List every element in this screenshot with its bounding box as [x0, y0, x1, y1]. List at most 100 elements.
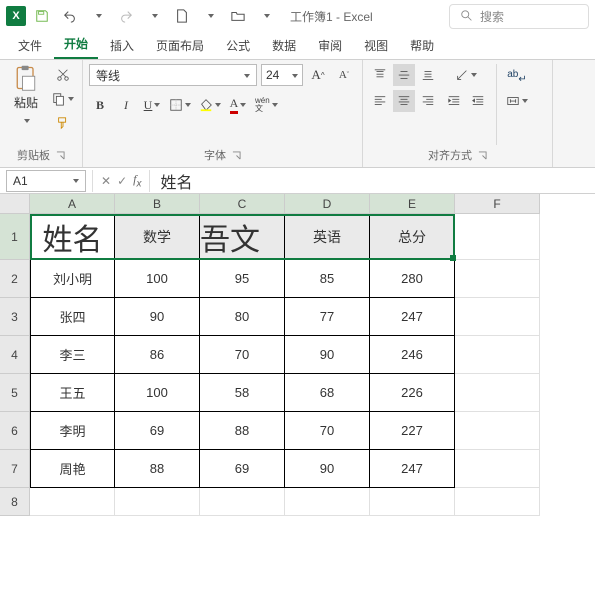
cell[interactable] — [455, 450, 540, 488]
formula-input[interactable]: 姓名 — [150, 169, 595, 193]
paste-button[interactable]: 粘贴 — [6, 64, 46, 145]
cell[interactable]: 95 — [200, 260, 285, 298]
cell[interactable]: 90 — [115, 298, 200, 336]
tab-help[interactable]: 帮助 — [400, 32, 444, 59]
undo-dropdown[interactable] — [86, 4, 110, 28]
cell[interactable] — [115, 488, 200, 516]
font-size-select[interactable]: 24 — [261, 64, 303, 86]
orientation-button[interactable] — [443, 64, 489, 86]
search-input[interactable]: 搜索 — [449, 4, 589, 29]
cell[interactable]: 刘小明 — [30, 260, 115, 298]
underline-button[interactable]: U — [141, 94, 163, 116]
paste-dropdown[interactable] — [22, 113, 30, 127]
align-top-button[interactable] — [369, 64, 391, 86]
cell[interactable] — [455, 412, 540, 450]
tab-home[interactable]: 开始 — [54, 30, 98, 59]
select-all-corner[interactable] — [0, 194, 30, 214]
tab-file[interactable]: 文件 — [8, 32, 52, 59]
increase-indent-button[interactable] — [467, 90, 489, 112]
font-family-select[interactable]: 等线 — [89, 64, 257, 86]
cell-E1[interactable]: 总分 — [370, 214, 455, 260]
redo-button[interactable] — [114, 4, 138, 28]
cell[interactable]: 80 — [200, 298, 285, 336]
cell[interactable] — [200, 488, 285, 516]
cell[interactable] — [285, 488, 370, 516]
format-painter-button[interactable] — [50, 112, 76, 134]
cell[interactable]: 246 — [370, 336, 455, 374]
cell[interactable]: 247 — [370, 298, 455, 336]
cell[interactable]: 247 — [370, 450, 455, 488]
new-file-button[interactable] — [170, 4, 194, 28]
cancel-formula-button[interactable]: ✕ — [101, 174, 111, 188]
cell[interactable] — [455, 374, 540, 412]
cell[interactable]: 69 — [115, 412, 200, 450]
cell[interactable]: 88 — [200, 412, 285, 450]
name-box[interactable]: A1 — [6, 170, 86, 192]
open-file-button[interactable] — [226, 4, 250, 28]
font-color-button[interactable]: A — [227, 94, 249, 116]
row-header[interactable]: 6 — [0, 412, 30, 450]
cell[interactable] — [455, 260, 540, 298]
redo-dropdown[interactable] — [142, 4, 166, 28]
cell-F1[interactable] — [455, 214, 540, 260]
cell-A1[interactable]: 姓名 — [30, 214, 115, 260]
cell[interactable]: 280 — [370, 260, 455, 298]
row-header[interactable]: 8 — [0, 488, 30, 516]
cell[interactable]: 70 — [200, 336, 285, 374]
dialog-launcher-icon[interactable] — [56, 151, 65, 160]
cell[interactable] — [455, 298, 540, 336]
phonetic-button[interactable]: wén文 — [253, 94, 280, 116]
col-header[interactable]: D — [285, 194, 370, 214]
col-header[interactable]: C — [200, 194, 285, 214]
cell[interactable]: 张四 — [30, 298, 115, 336]
cell[interactable]: 100 — [115, 260, 200, 298]
cell[interactable]: 68 — [285, 374, 370, 412]
save-button[interactable] — [30, 4, 54, 28]
dialog-launcher-icon[interactable] — [232, 151, 241, 160]
row-header[interactable]: 4 — [0, 336, 30, 374]
cell[interactable]: 70 — [285, 412, 370, 450]
cell[interactable]: 77 — [285, 298, 370, 336]
tab-review[interactable]: 审阅 — [308, 32, 352, 59]
align-bottom-button[interactable] — [417, 64, 439, 86]
copy-button[interactable] — [50, 88, 76, 110]
bold-button[interactable]: B — [89, 94, 111, 116]
col-header[interactable]: B — [115, 194, 200, 214]
tab-insert[interactable]: 插入 — [100, 32, 144, 59]
col-header[interactable]: A — [30, 194, 115, 214]
fill-color-button[interactable] — [197, 94, 223, 116]
cell[interactable]: 王五 — [30, 374, 115, 412]
cell[interactable]: 90 — [285, 450, 370, 488]
cell[interactable] — [455, 336, 540, 374]
align-middle-button[interactable] — [393, 64, 415, 86]
wrap-text-button[interactable]: ab↵ — [504, 64, 530, 86]
accept-formula-button[interactable]: ✓ — [117, 174, 127, 188]
decrease-indent-button[interactable] — [443, 90, 465, 112]
row-header[interactable]: 7 — [0, 450, 30, 488]
cell[interactable]: 227 — [370, 412, 455, 450]
tab-data[interactable]: 数据 — [262, 32, 306, 59]
align-left-button[interactable] — [369, 90, 391, 112]
tab-formulas[interactable]: 公式 — [216, 32, 260, 59]
col-header[interactable]: F — [455, 194, 540, 214]
cell[interactable]: 李明 — [30, 412, 115, 450]
cell[interactable] — [30, 488, 115, 516]
cell[interactable]: 226 — [370, 374, 455, 412]
border-button[interactable] — [167, 94, 193, 116]
cell[interactable]: 88 — [115, 450, 200, 488]
cell[interactable]: 85 — [285, 260, 370, 298]
fx-icon[interactable]: fx — [133, 172, 141, 189]
new-file-dropdown[interactable] — [198, 4, 222, 28]
qat-customize[interactable] — [254, 4, 278, 28]
tab-page-layout[interactable]: 页面布局 — [146, 32, 214, 59]
cell[interactable]: 90 — [285, 336, 370, 374]
cell[interactable]: 周艳 — [30, 450, 115, 488]
align-center-button[interactable] — [393, 90, 415, 112]
cell[interactable]: 58 — [200, 374, 285, 412]
align-right-button[interactable] — [417, 90, 439, 112]
row-header[interactable]: 3 — [0, 298, 30, 336]
cell-D1[interactable]: 英语 — [285, 214, 370, 260]
italic-button[interactable]: I — [115, 94, 137, 116]
undo-button[interactable] — [58, 4, 82, 28]
cell[interactable]: 李三 — [30, 336, 115, 374]
